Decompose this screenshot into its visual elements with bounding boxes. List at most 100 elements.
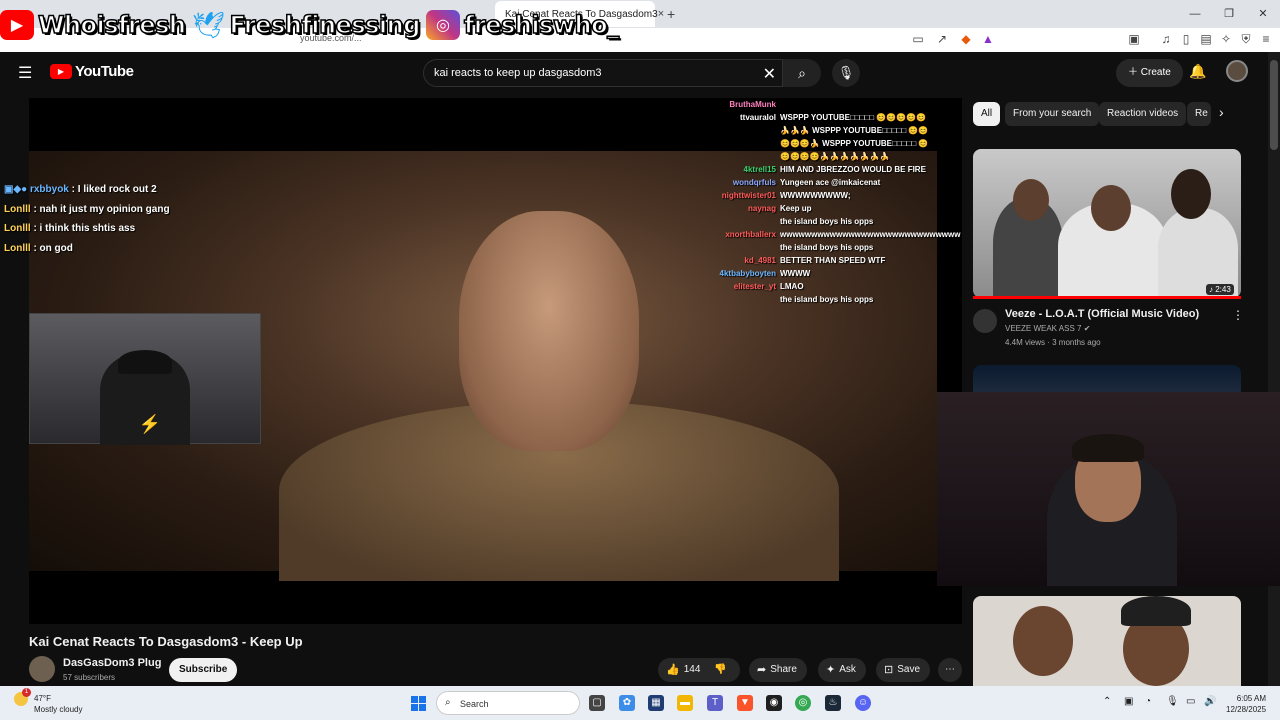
reader-icon[interactable]: ▯ — [1178, 31, 1194, 47]
scrollbar-thumb[interactable] — [1270, 60, 1278, 150]
volume-icon[interactable]: 🔊 — [1204, 696, 1216, 707]
chat-username: BruthaMunk — [729, 100, 776, 109]
discord-icon[interactable]: ☺ — [855, 695, 871, 711]
windows-taskbar: 1 47°F Mostly cloudy ⌕ Search ▢ ✿ ▦ ▬ T … — [0, 686, 1280, 720]
subscribe-button[interactable]: Subscribe — [169, 658, 238, 682]
chat-line: the island boys his opps — [690, 215, 960, 228]
tray-overflow-icon[interactable]: ⌃ — [1103, 696, 1111, 707]
chat-username — [690, 150, 780, 163]
notifications-bell-icon[interactable]: 🔔 — [1189, 63, 1206, 80]
weather-widget[interactable]: 1 47°F Mostly cloudy — [14, 688, 82, 714]
save-button[interactable]: ⊡ Save — [876, 658, 931, 682]
chip-reaction-videos[interactable]: Reaction videos — [1099, 102, 1187, 126]
youtube-logo[interactable]: ▶ YouTube — [50, 63, 134, 80]
chat-username — [690, 241, 780, 254]
tray-app-icon[interactable]: ▣ — [1124, 696, 1133, 707]
microphone-icon[interactable]: 🎙 — [832, 59, 860, 87]
clear-search-icon[interactable]: ✕ — [763, 64, 776, 84]
share-button[interactable]: ➦ Share — [749, 658, 807, 682]
chat-message — [780, 98, 960, 111]
instagram-icon: ◎ — [425, 10, 460, 40]
more-actions-button[interactable]: ⋯ — [938, 658, 962, 682]
sidebar-icon[interactable]: ▣ — [1126, 31, 1142, 47]
watched-progress-bar — [973, 296, 1241, 299]
close-tab-icon[interactable]: × — [658, 8, 664, 20]
account-avatar[interactable] — [1226, 60, 1248, 82]
mic-tray-icon[interactable]: 🎙 — [1166, 696, 1179, 707]
chat-line: kd_4981 BETTER THAN SPEED WTF — [690, 254, 960, 267]
music-icon[interactable]: ♫ — [1158, 31, 1174, 47]
vpn-icon[interactable]: ⛨ — [1238, 31, 1254, 47]
steam-icon[interactable]: ♨ — [825, 695, 841, 711]
verified-icon: ✔ — [1083, 324, 1091, 333]
chevron-right-icon[interactable]: › — [1219, 104, 1224, 120]
close-window-button[interactable]: ✕ — [1246, 0, 1280, 28]
minimize-button[interactable]: — — [1178, 0, 1212, 28]
like-dislike-group: 👍 144 👎 — [658, 658, 740, 682]
search-input[interactable] — [434, 67, 754, 79]
rewards-icon[interactable]: ▲ — [980, 31, 996, 47]
taskbar-search[interactable]: ⌕ Search — [436, 691, 580, 715]
wallet-icon[interactable]: ▤ — [1198, 31, 1214, 47]
chip-all[interactable]: All — [973, 102, 1001, 126]
chat-line: 4ktbabyboyten WWWW — [690, 267, 960, 280]
copilot-icon[interactable]: ✿ — [619, 695, 635, 711]
recommended-thumbnail-2[interactable] — [973, 365, 1241, 393]
app-icon[interactable]: ◉ — [766, 695, 782, 711]
chat-message: Yungeen ace @imkaicenat — [780, 178, 881, 187]
chat-username: kd_4981 — [744, 256, 776, 265]
recommended-title[interactable]: Veeze - L.O.A.T (Official Music Video) — [1005, 308, 1199, 320]
brave-browser-icon[interactable]: ▼ — [737, 695, 753, 711]
recommended-channel-avatar[interactable] — [973, 309, 997, 333]
cast-icon[interactable]: ▭ — [910, 31, 926, 47]
windows-start-icon[interactable] — [411, 696, 426, 711]
sparkle-icon: ✦ — [826, 664, 836, 676]
chat-line: wondqrfuls Yungeen ace @imkaicenat — [690, 176, 960, 189]
streamer-facecam-right — [937, 392, 1280, 586]
create-button[interactable]: ＋ Create — [1116, 59, 1183, 87]
recommended-meta: 4.4M views · 3 months ago — [1005, 338, 1101, 347]
chat-username: wondqrfuls — [732, 178, 776, 187]
chrome-icon[interactable]: ◎ — [795, 695, 811, 711]
chat-line: the island boys his opps — [690, 293, 960, 306]
like-count[interactable]: 144 — [684, 658, 701, 682]
file-explorer-icon[interactable]: ▬ — [677, 695, 693, 711]
ai-icon[interactable]: ✧ — [1218, 31, 1234, 47]
channel-avatar[interactable] — [29, 656, 55, 682]
youtube-play-icon: ▶ — [50, 64, 72, 79]
banner-twitter-handle: Freshfinessing — [229, 10, 421, 40]
stream-chat-left: ▣◆● rxbbyok : I liked rock out 2 Lonlll … — [4, 180, 170, 258]
kebab-menu-icon[interactable]: ⋮ — [1232, 308, 1244, 322]
chat-line: 🍌🍌🍌 WSPPP YOUTUBE□□□□□ 😊😊 — [690, 124, 960, 137]
new-tab-button[interactable]: + — [667, 6, 675, 22]
teams-icon[interactable]: T — [707, 695, 723, 711]
banner-instagram-handle: freshiswho_ — [463, 10, 620, 40]
task-view-icon[interactable]: ▢ — [589, 695, 605, 711]
system-clock[interactable]: 6:05 AM 12/28/2025 — [1226, 693, 1266, 715]
menu-icon[interactable]: ≡ — [1258, 31, 1274, 47]
share-arrow-icon: ➦ — [757, 664, 767, 676]
channel-name[interactable]: DasGasDom3 Plug — [63, 657, 161, 669]
share-icon[interactable]: ↗ — [934, 31, 950, 47]
like-icon[interactable]: 👍 — [666, 658, 680, 682]
search-button[interactable]: ⌕ — [783, 59, 821, 87]
chat-line: ▣◆● rxbbyok : I liked rock out 2 — [4, 184, 157, 195]
recommended-thumbnail[interactable] — [973, 149, 1241, 298]
store-icon[interactable]: ▦ — [648, 695, 664, 711]
chat-line: nighttwister01 WWWWWWWWW; — [690, 189, 960, 202]
wifi-icon[interactable]: ◔ — [1145, 696, 1151, 707]
maximize-button[interactable]: ❐ — [1212, 0, 1246, 28]
ask-button[interactable]: ✦ Ask — [818, 658, 866, 682]
hamburger-menu-icon[interactable]: ☰ — [18, 63, 32, 83]
chat-username: 4ktbabyboyten — [719, 269, 776, 278]
bookmark-icon: ⊡ — [884, 664, 894, 676]
network-icon[interactable]: ▭ — [1186, 696, 1195, 707]
dislike-icon[interactable]: 👎 — [714, 658, 726, 682]
youtube-icon: ▶ — [0, 10, 34, 40]
recommended-channel[interactable]: VEEZE WEAK ASS 7 ✔ — [1005, 324, 1090, 333]
chip-truncated[interactable]: Re — [1187, 102, 1211, 126]
youtube-header: ☰ ▶ YouTube ✕ ⌕ 🎙 ＋ Create 🔔 — [0, 52, 1268, 92]
recommended-thumbnail-3[interactable] — [973, 596, 1241, 686]
chip-from-your-search[interactable]: From your search — [1005, 102, 1100, 126]
brave-shield-icon[interactable]: ◆ — [958, 31, 974, 47]
